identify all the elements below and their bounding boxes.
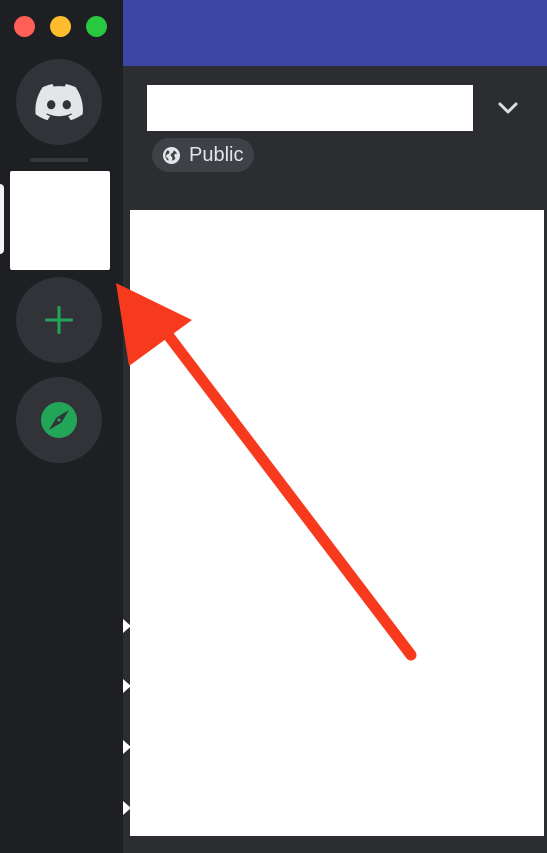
globe-icon: [162, 146, 181, 164]
minimize-window-button[interactable]: [50, 16, 71, 37]
server-name-field[interactable]: [147, 85, 473, 131]
channel-header: Public: [123, 66, 547, 210]
home-button[interactable]: [16, 59, 102, 145]
visibility-badge: Public: [152, 138, 255, 172]
explore-servers-button[interactable]: [16, 377, 102, 463]
add-server-button[interactable]: [16, 277, 102, 363]
title-bar: [123, 0, 547, 66]
chevron-down-icon[interactable]: [496, 98, 520, 118]
zoom-window-button[interactable]: [86, 16, 107, 37]
main-panel: Public: [123, 0, 547, 853]
unread-marker: [123, 740, 131, 754]
rail-separator: [30, 158, 88, 162]
app-window: Public: [0, 0, 547, 853]
compass-icon: [41, 402, 77, 438]
visibility-label: Public: [189, 143, 244, 166]
server-rail: [0, 0, 123, 853]
selected-server-indicator: [0, 184, 4, 254]
unread-marker: [123, 619, 131, 633]
selected-server-button[interactable]: [10, 171, 110, 270]
discord-logo-icon: [35, 84, 83, 120]
plus-icon: [45, 306, 73, 334]
close-window-button[interactable]: [14, 16, 35, 37]
unread-marker: [123, 801, 131, 815]
unread-marker: [123, 679, 131, 693]
content-panel: [130, 210, 544, 836]
